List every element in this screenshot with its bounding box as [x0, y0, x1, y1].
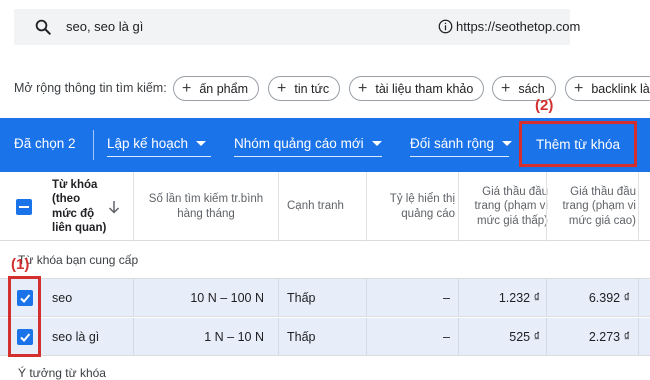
table-row[interactable]: seo 10 N – 100 N Thấp – 1.232 ₫ 6.392 ₫	[0, 279, 650, 317]
cell-keyword: seo	[52, 291, 73, 305]
header-line: liên quan)	[52, 221, 107, 234]
header-line: Số lần tìm kiếm tr.bình	[148, 193, 264, 206]
plan-underline	[107, 156, 211, 157]
header-line: Giá thầu đầu	[482, 185, 548, 198]
cell-bid-high: 2.273 ₫	[588, 330, 630, 344]
col-competition-header[interactable]: Cạnh tranh	[287, 172, 344, 241]
header-line: mức độ	[52, 207, 95, 220]
select-all-checkbox[interactable]	[16, 172, 32, 241]
new-ad-group-label: Nhóm quảng cáo mới	[234, 136, 364, 151]
annotation-2: (2)	[535, 97, 554, 114]
selected-count: Đã chọn 2	[14, 136, 76, 151]
header-line: mức giá thấp)	[477, 214, 548, 227]
table-row[interactable]: seo là gì 1 N – 10 N Thấp – 525 ₫ 2.273 …	[0, 318, 650, 356]
website-url-text: https://seothetop.com	[456, 19, 581, 34]
add-keywords-label: Thêm từ khóa	[535, 136, 621, 152]
header-line: Cạnh tranh	[287, 200, 344, 213]
plus-icon: +	[501, 79, 511, 97]
sort-arrow-down-icon[interactable]	[108, 200, 120, 214]
group-label: Từ khóa bạn cung cấp	[18, 253, 139, 267]
info-icon	[438, 19, 453, 34]
chip-label: tin tức	[294, 81, 330, 96]
cell-searches: 1 N – 10 N	[204, 330, 264, 344]
search-query[interactable]: seo, seo là gì	[66, 19, 143, 34]
column-divider	[133, 172, 134, 241]
column-divider	[458, 172, 459, 241]
website-url[interactable]: https://seothetop.com	[438, 19, 580, 34]
cell-impression-share: –	[443, 330, 450, 344]
match-type-label: Đối sánh rộng	[410, 136, 495, 151]
header-line: quảng cáo	[401, 207, 455, 220]
chip-label: tài liệu tham khảo	[375, 81, 474, 96]
match-type-dropdown[interactable]: Đối sánh rộng	[410, 136, 513, 151]
add-keywords-button[interactable]: Thêm từ khóa	[519, 121, 637, 167]
table-header: Từ khóa (theo mức độ liên quan) Số lần t…	[0, 172, 650, 241]
caret-down-icon	[196, 141, 207, 146]
col-bid-high-header[interactable]: Giá thầu đầu trang (phạm vi mức giá cao)	[548, 172, 636, 241]
group-provided-keywords: Từ khóa bạn cung cấp	[0, 241, 650, 279]
search-box[interactable]: seo, seo là gì https://seothetop.com	[14, 9, 580, 45]
chip-publications[interactable]: + ấn phẩm	[173, 76, 259, 101]
chip-label: backlink là	[591, 81, 650, 96]
search-area: seo, seo là gì https://seothetop.com	[0, 0, 650, 70]
cell-searches: 10 N – 100 N	[190, 291, 264, 305]
cell-bid-high: 6.392 ₫	[588, 291, 630, 305]
chip-label: ấn phẩm	[199, 81, 248, 96]
header-line: hàng tháng	[177, 207, 235, 220]
group-label: Ý tưởng từ khóa	[18, 366, 106, 380]
annotation-1: (1)	[11, 256, 30, 273]
toolbar-divider	[93, 130, 94, 160]
chip-label: sách	[518, 81, 545, 96]
header-line: mức giá cao)	[568, 214, 636, 227]
group-keyword-ideas: Ý tưởng từ khóa	[0, 357, 650, 380]
col-searches-header[interactable]: Số lần tìm kiếm tr.bình hàng tháng	[135, 172, 277, 241]
col-keyword-header[interactable]: Từ khóa (theo mức độ liên quan)	[52, 172, 106, 241]
annotation-box-1	[8, 276, 41, 357]
chip-news[interactable]: + tin tức	[268, 76, 341, 101]
match-type-underline	[410, 156, 509, 157]
cell-impression-share: –	[443, 291, 450, 305]
cell-competition: Thấp	[287, 330, 316, 344]
plus-icon: +	[182, 79, 192, 97]
chip-references[interactable]: + tài liệu tham khảo	[349, 76, 485, 101]
col-bid-low-header[interactable]: Giá thầu đầu trang (phạm vi mức giá thấp…	[460, 172, 548, 241]
checkbox-indeterminate-icon	[16, 198, 32, 215]
plan-label: Lập kế hoạch	[107, 136, 189, 151]
cell-keyword: seo là gì	[52, 330, 100, 344]
header-line: (theo	[52, 193, 81, 206]
cell-competition: Thấp	[287, 291, 316, 305]
column-divider	[638, 172, 639, 241]
new-ad-group-underline	[234, 156, 382, 157]
expand-search-label: Mở rộng thông tin tìm kiếm:	[14, 81, 167, 95]
column-divider	[366, 172, 367, 241]
header-line: Tỷ lệ hiển thị	[389, 193, 455, 206]
col-impression-header[interactable]: Tỷ lệ hiển thị quảng cáo	[367, 172, 455, 241]
new-ad-group-dropdown[interactable]: Nhóm quảng cáo mới	[234, 136, 382, 151]
column-divider	[546, 172, 547, 241]
plus-icon: +	[277, 79, 287, 97]
caret-down-icon	[502, 141, 513, 146]
cell-bid-low: 1.232 ₫	[498, 291, 540, 305]
header-line: trang (phạm vi	[474, 200, 548, 213]
search-icon[interactable]	[34, 18, 52, 36]
header-line: Từ khóa	[52, 178, 98, 191]
cell-bid-low: 525 ₫	[509, 330, 540, 344]
plus-icon: +	[358, 79, 368, 97]
chip-backlink[interactable]: + backlink là	[565, 76, 650, 101]
caret-down-icon	[371, 141, 382, 146]
header-line: trang (phạm vi	[562, 200, 636, 213]
column-divider	[278, 172, 279, 241]
plan-dropdown[interactable]: Lập kế hoạch	[107, 136, 207, 151]
header-line: Giá thầu đầu	[570, 185, 636, 198]
plus-icon: +	[574, 79, 584, 97]
